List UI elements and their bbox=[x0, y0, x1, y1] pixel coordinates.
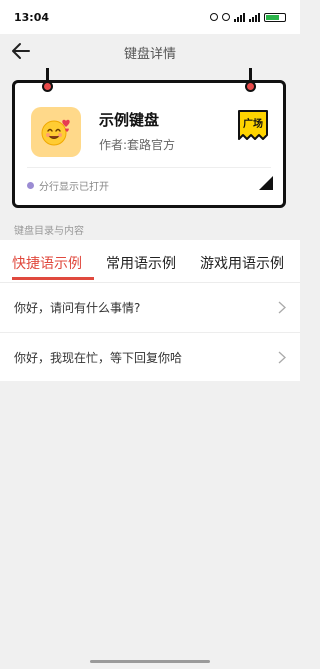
signal-icon bbox=[234, 12, 245, 22]
corner-triangle-icon bbox=[259, 176, 273, 190]
chevron-right-icon bbox=[278, 301, 286, 314]
tab-common-phrases[interactable]: 常用语示例 bbox=[106, 253, 176, 273]
chevron-right-icon bbox=[278, 351, 286, 364]
category-tabs: 快捷语示例 常用语示例 游戏用语示例 bbox=[0, 240, 300, 283]
section-title: 键盘目录与内容 bbox=[14, 226, 84, 237]
keyboard-emoji-icon bbox=[31, 107, 81, 157]
status-icons bbox=[210, 12, 286, 22]
status-time: 13:04 bbox=[14, 10, 50, 24]
card-divider bbox=[27, 167, 271, 168]
keyboard-name: 示例键盘 bbox=[99, 111, 160, 129]
status-dot bbox=[27, 182, 34, 189]
split-status-text: 分行显示已打开 bbox=[39, 182, 109, 193]
page-title: 键盘详情 bbox=[123, 47, 176, 62]
plaza-badge-label: 广场 bbox=[243, 119, 263, 130]
keyboard-author: 作者:套路官方 bbox=[99, 138, 176, 152]
nav-bar: 键盘详情 bbox=[0, 34, 300, 68]
plaza-badge[interactable]: 广场 bbox=[237, 109, 269, 141]
pin-right-icon bbox=[245, 81, 256, 92]
tab-shortcut-examples[interactable]: 快捷语示例 bbox=[12, 253, 82, 273]
home-indicator[interactable] bbox=[90, 660, 210, 663]
hotspot-icon bbox=[222, 13, 230, 21]
signal-2-icon bbox=[249, 12, 260, 22]
active-tab-indicator bbox=[12, 277, 94, 280]
list-item[interactable]: 你好，我现在忙，等下回复你哈 bbox=[0, 332, 300, 381]
phrase-list: 你好，请问有什么事情? 你好，我现在忙，等下回复你哈 bbox=[0, 283, 300, 381]
list-item[interactable]: 你好，请问有什么事情? bbox=[0, 283, 300, 332]
tab-game-phrases[interactable]: 游戏用语示例 bbox=[200, 253, 284, 273]
keyboard-card: 示例键盘 作者:套路官方 广场 分行显示已打开 bbox=[12, 80, 286, 208]
status-bar: 13:04 bbox=[0, 0, 300, 34]
phrase-text: 你好，我现在忙，等下回复你哈 bbox=[14, 351, 183, 365]
battery-icon bbox=[264, 12, 286, 22]
alarm-icon bbox=[210, 13, 218, 21]
pin-left-icon bbox=[42, 81, 53, 92]
phrase-text: 你好，请问有什么事情? bbox=[14, 301, 141, 315]
